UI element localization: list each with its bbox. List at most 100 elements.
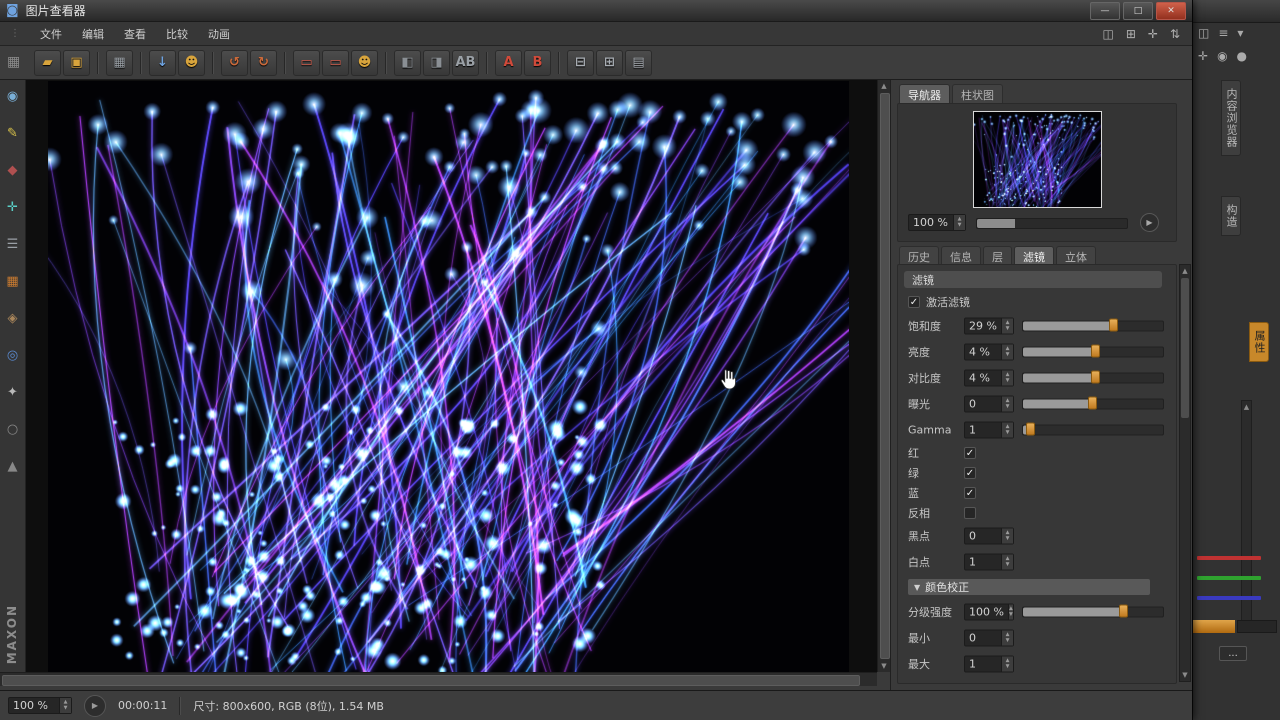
scroll-up-icon[interactable]: ▲	[1242, 401, 1251, 413]
grading-strength-field[interactable]: 100 %▲▼	[964, 604, 1014, 621]
navigator-thumbnail[interactable]	[973, 111, 1102, 208]
bg-tool-gem-icon[interactable]: ◈	[8, 312, 18, 325]
exposure-field[interactable]: 0▲▼	[964, 396, 1014, 413]
contrast-stepper[interactable]: ▲▼	[1001, 371, 1013, 386]
title-bar[interactable]: ◙ 图片查看器 — □ ✕	[0, 0, 1192, 22]
min-stepper[interactable]: ▲▼	[1001, 631, 1013, 646]
gamma-stepper[interactable]: ▲▼	[1001, 423, 1013, 438]
status-zoom-stepper[interactable]: ▲ ▼	[59, 698, 71, 713]
bg-tool-pen-icon[interactable]: ✎	[7, 127, 18, 140]
saturation-stepper[interactable]: ▲▼	[1001, 319, 1013, 334]
red-checkbox[interactable]: ✓	[964, 447, 976, 459]
scroll-down-icon[interactable]: ▼	[878, 660, 890, 672]
grading-strength-slider[interactable]	[1022, 607, 1164, 618]
move-pane-icon[interactable]: ✛	[1148, 27, 1158, 41]
bg-tool-grid-icon[interactable]: ▦	[6, 275, 18, 288]
tile-pane-icon[interactable]: ⊞	[1126, 27, 1136, 41]
more-options-button[interactable]: ...	[1219, 646, 1247, 661]
exposure-slider-knob[interactable]	[1088, 397, 1097, 410]
white-point-field[interactable]: 1▲▼	[964, 554, 1014, 571]
blue-checkbox[interactable]: ✓	[964, 487, 976, 499]
contrast-slider-knob[interactable]	[1091, 371, 1100, 384]
bg-tool-target-icon[interactable]: ◎	[7, 349, 18, 362]
lock-icon[interactable]: ●	[1237, 50, 1247, 62]
image-canvas-area[interactable]	[26, 80, 877, 672]
import-image-button[interactable]: ↓	[149, 50, 176, 76]
tab-content-browser[interactable]: 内容浏览器	[1221, 80, 1241, 156]
contrast-field[interactable]: 4 %▲▼	[964, 370, 1014, 387]
invert-checkbox[interactable]	[964, 507, 976, 519]
set-compare-b-button[interactable]: ▭	[322, 50, 349, 76]
horizontal-scrollbar[interactable]	[0, 672, 877, 686]
color-correction-header[interactable]: ▼颜色校正	[908, 579, 1150, 595]
reload-all-button[interactable]: ↻	[250, 50, 277, 76]
nav-play-button[interactable]: ▶	[1140, 213, 1159, 232]
nav-zoom-field[interactable]: 100 % ▲ ▼	[908, 214, 966, 231]
saturation-slider[interactable]	[1022, 321, 1164, 332]
minimize-button[interactable]: —	[1090, 2, 1120, 20]
menu-compare[interactable]: 比较	[156, 24, 198, 45]
zoom-actual-button[interactable]: ▦	[106, 50, 133, 76]
split-right-button[interactable]: ◨	[423, 50, 450, 76]
gamma-slider-knob[interactable]	[1026, 423, 1035, 436]
max-field[interactable]: 1▲▼	[964, 656, 1014, 673]
panel-scrollbar[interactable]: ▲ ▼	[1179, 264, 1191, 682]
reload-button[interactable]: ↺	[221, 50, 248, 76]
gamma-slider[interactable]	[1022, 425, 1164, 436]
contrast-slider[interactable]	[1022, 373, 1164, 384]
bg-tool-up-icon[interactable]: ▲	[8, 460, 18, 473]
brightness-slider[interactable]	[1022, 347, 1164, 358]
background-value-field[interactable]	[1237, 620, 1277, 633]
split-left-button[interactable]: ◧	[394, 50, 421, 76]
bg-tool-star-icon[interactable]: ✦	[7, 386, 18, 399]
move-icon[interactable]: ✛	[1198, 50, 1208, 62]
dropdown-icon[interactable]: ▾	[1237, 27, 1243, 39]
status-zoom-field[interactable]: 100 % ▲ ▼	[8, 697, 72, 714]
horizontal-scroll-thumb[interactable]	[2, 675, 860, 686]
scroll-up-icon[interactable]: ▲	[1180, 265, 1190, 277]
nav-zoom-stepper[interactable]: ▲ ▼	[953, 215, 965, 230]
menu-edit[interactable]: 编辑	[72, 24, 114, 45]
play-button[interactable]: ▶	[84, 695, 106, 717]
bg-tool-circle-icon[interactable]: ○	[7, 423, 18, 436]
vertical-scrollbar[interactable]: ▲ ▼	[877, 80, 890, 672]
maximize-button[interactable]: □	[1123, 2, 1153, 20]
panel-scroll-thumb[interactable]	[1181, 278, 1189, 418]
bg-tool-axis-icon[interactable]: ✛	[7, 201, 18, 214]
bg-tool-sphere-icon[interactable]: ◉	[7, 90, 18, 103]
snap-icon[interactable]: ◉	[1217, 50, 1227, 62]
activate-filter-checkbox[interactable]: ✓	[908, 296, 920, 308]
image-b-button[interactable]: B	[524, 50, 551, 76]
nav-zoom-slider[interactable]	[976, 218, 1128, 229]
brightness-slider-knob[interactable]	[1091, 345, 1100, 358]
brightness-field[interactable]: 4 %▲▼	[964, 344, 1014, 361]
vertical-scroll-thumb[interactable]	[880, 93, 890, 659]
white-point-stepper[interactable]: ▲▼	[1001, 555, 1013, 570]
scroll-up-icon[interactable]: ▲	[878, 80, 890, 92]
open-image-button[interactable]: ▰	[34, 50, 61, 76]
layout-list-button[interactable]: ▤	[625, 50, 652, 76]
menu-icon[interactable]: ≡	[1218, 27, 1228, 39]
close-button[interactable]: ✕	[1156, 2, 1186, 20]
grading-strength-stepper[interactable]: ▲▼	[1008, 605, 1013, 620]
exposure-slider[interactable]	[1022, 399, 1164, 410]
menu-animation[interactable]: 动画	[198, 24, 240, 45]
pane-icon[interactable]: ◫	[1198, 27, 1209, 39]
green-checkbox[interactable]: ✓	[964, 467, 976, 479]
filter-group-header[interactable]: 滤镜	[904, 271, 1162, 288]
menu-file[interactable]: 文件	[30, 24, 72, 45]
min-field[interactable]: 0▲▼	[964, 630, 1014, 647]
tab-attributes[interactable]: 属性	[1249, 322, 1269, 362]
swap-pane-icon[interactable]: ⇅	[1170, 27, 1180, 41]
grading-strength-slider-knob[interactable]	[1119, 605, 1128, 618]
brightness-stepper[interactable]: ▲▼	[1001, 345, 1013, 360]
single-pane-icon[interactable]: ◫	[1102, 27, 1113, 41]
saturation-field[interactable]: 29 %▲▼	[964, 318, 1014, 335]
black-point-stepper[interactable]: ▲▼	[1001, 529, 1013, 544]
saturation-slider-knob[interactable]	[1109, 319, 1118, 332]
scroll-down-icon[interactable]: ▼	[1180, 669, 1190, 681]
menu-view[interactable]: 查看	[114, 24, 156, 45]
exposure-stepper[interactable]: ▲▼	[1001, 397, 1013, 412]
tab-structure[interactable]: 构造	[1221, 196, 1241, 236]
save-image-button[interactable]: ▣	[63, 50, 90, 76]
